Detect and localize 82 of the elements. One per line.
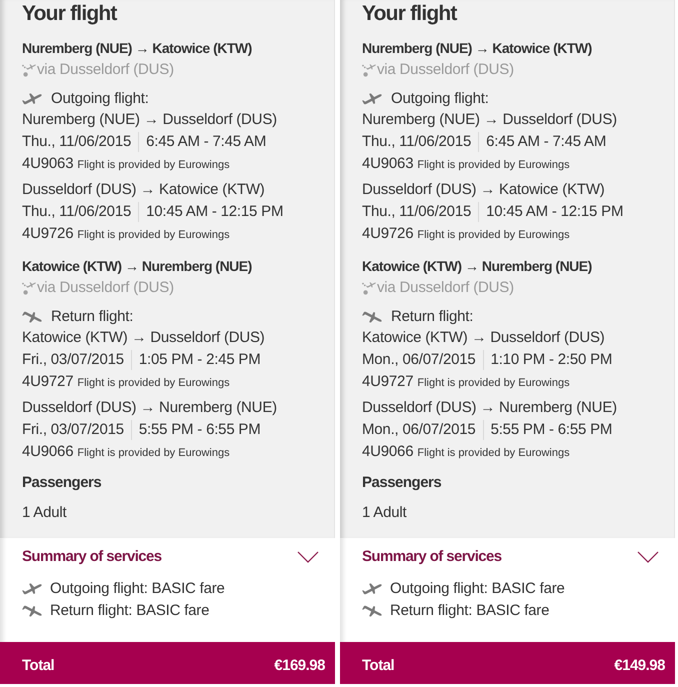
operator-note: Flight is provided by Eurowings: [417, 376, 570, 391]
journey-route: Nuremberg (NUE) → Katowice (KTW): [362, 39, 593, 58]
chevron-down-icon[interactable]: [297, 551, 319, 563]
flight-date: Thu., 11/06/2015: [22, 202, 132, 222]
journey-label: Outgoing flight:: [51, 89, 149, 109]
flight-date: Fri., 03/07/2015: [22, 420, 124, 440]
segment-route: Nuremberg (NUE) → Dusseldorf (DUS): [22, 110, 278, 130]
plane-takeoff-icon: [22, 583, 42, 595]
via-text: via Dusseldorf (DUS): [37, 278, 174, 298]
panel-title: Your flight: [22, 1, 118, 27]
flight-time: 1:05 PM - 2:45 PM: [138, 350, 261, 370]
plane-landing-icon: [362, 605, 382, 617]
flight-number: 4U9066: [362, 442, 414, 462]
plane-landing-icon: [362, 311, 382, 323]
total-amount: €149.98: [614, 656, 665, 676]
connecting-flight-icon: [362, 282, 376, 294]
flight-number: 4U9727: [362, 372, 414, 392]
segment-route: Dusseldorf (DUS) → Nuremberg (NUE): [362, 398, 618, 418]
plane-landing-icon: [22, 311, 42, 323]
flight-time: 1:10 PM - 2:50 PM: [490, 350, 612, 370]
flight-number: 4U9727: [22, 372, 74, 392]
flight-time: 5:55 PM - 6:55 PM: [138, 420, 261, 440]
flight-number: 4U9726: [362, 224, 414, 244]
journey-label: Return flight:: [391, 307, 474, 327]
segment-route: Dusseldorf (DUS) → Katowice (KTW): [362, 180, 606, 200]
total-label: Total: [22, 656, 54, 676]
segment-route: Dusseldorf (DUS) → Katowice (KTW): [22, 180, 266, 200]
passengers-heading: Passengers: [22, 473, 102, 493]
services-title: Summary of services: [22, 547, 162, 567]
service-item: Outgoing flight: BASIC fare: [50, 579, 225, 599]
service-item: Return flight: BASIC fare: [390, 601, 550, 621]
service-item: Return flight: BASIC fare: [50, 601, 210, 621]
flight-number: 4U9726: [22, 224, 74, 244]
via-text: via Dusseldorf (DUS): [377, 278, 514, 298]
connecting-flight-icon: [362, 64, 376, 76]
passenger-count: 1 Adult: [22, 503, 68, 523]
operator-note: Flight is provided by Eurowings: [417, 228, 570, 243]
flight-time: 10:45 AM - 12:15 PM: [146, 202, 284, 222]
flight-number: 4U9063: [362, 154, 414, 174]
segment-route: Katowice (KTW) → Dusseldorf (DUS): [362, 328, 606, 348]
total-amount: €169.98: [274, 656, 325, 676]
chevron-down-icon[interactable]: [637, 551, 659, 563]
plane-takeoff-icon: [22, 93, 42, 105]
flight-time: 10:45 AM - 12:15 PM: [486, 202, 624, 222]
via-text: via Dusseldorf (DUS): [377, 60, 514, 80]
flight-date: Thu., 11/06/2015: [362, 202, 472, 222]
operator-note: Flight is provided by Eurowings: [417, 158, 570, 173]
service-item: Outgoing flight: BASIC fare: [390, 579, 565, 599]
panel-title: Your flight: [362, 1, 458, 27]
journey-route: Katowice (KTW) → Nuremberg (NUE): [362, 257, 593, 276]
operator-note: Flight is provided by Eurowings: [77, 158, 230, 173]
operator-note: Flight is provided by Eurowings: [77, 446, 230, 461]
flight-time: 6:45 AM - 7:45 AM: [146, 132, 266, 152]
flight-date: Thu., 11/06/2015: [362, 132, 472, 152]
connecting-flight-icon: [22, 64, 36, 76]
flight-number: 4U9063: [22, 154, 74, 174]
connecting-flight-icon: [22, 282, 36, 294]
plane-takeoff-icon: [362, 583, 382, 595]
plane-landing-icon: [22, 605, 42, 617]
flight-time: 6:45 AM - 7:45 AM: [486, 132, 606, 152]
flight-date: Fri., 03/07/2015: [22, 350, 124, 370]
total-label: Total: [362, 656, 394, 676]
passenger-count: 1 Adult: [362, 503, 408, 523]
segment-route: Nuremberg (NUE) → Dusseldorf (DUS): [362, 110, 618, 130]
via-text: via Dusseldorf (DUS): [37, 60, 174, 80]
journey-route: Nuremberg (NUE) → Katowice (KTW): [22, 39, 253, 58]
segment-route: Dusseldorf (DUS) → Nuremberg (NUE): [22, 398, 278, 418]
plane-takeoff-icon: [362, 93, 382, 105]
operator-note: Flight is provided by Eurowings: [77, 376, 230, 391]
services-title: Summary of services: [362, 547, 502, 567]
segment-route: Katowice (KTW) → Dusseldorf (DUS): [22, 328, 266, 348]
operator-note: Flight is provided by Eurowings: [417, 446, 570, 461]
journey-label: Outgoing flight:: [391, 89, 489, 109]
operator-note: Flight is provided by Eurowings: [77, 228, 230, 243]
passengers-heading: Passengers: [362, 473, 442, 493]
journey-label: Return flight:: [51, 307, 134, 327]
flight-date: Mon., 06/07/2015: [362, 350, 476, 370]
flight-date: Thu., 11/06/2015: [22, 132, 132, 152]
flight-time: 5:55 PM - 6:55 PM: [490, 420, 612, 440]
flight-date: Mon., 06/07/2015: [362, 420, 476, 440]
flight-number: 4U9066: [22, 442, 74, 462]
journey-route: Katowice (KTW) → Nuremberg (NUE): [22, 257, 253, 276]
